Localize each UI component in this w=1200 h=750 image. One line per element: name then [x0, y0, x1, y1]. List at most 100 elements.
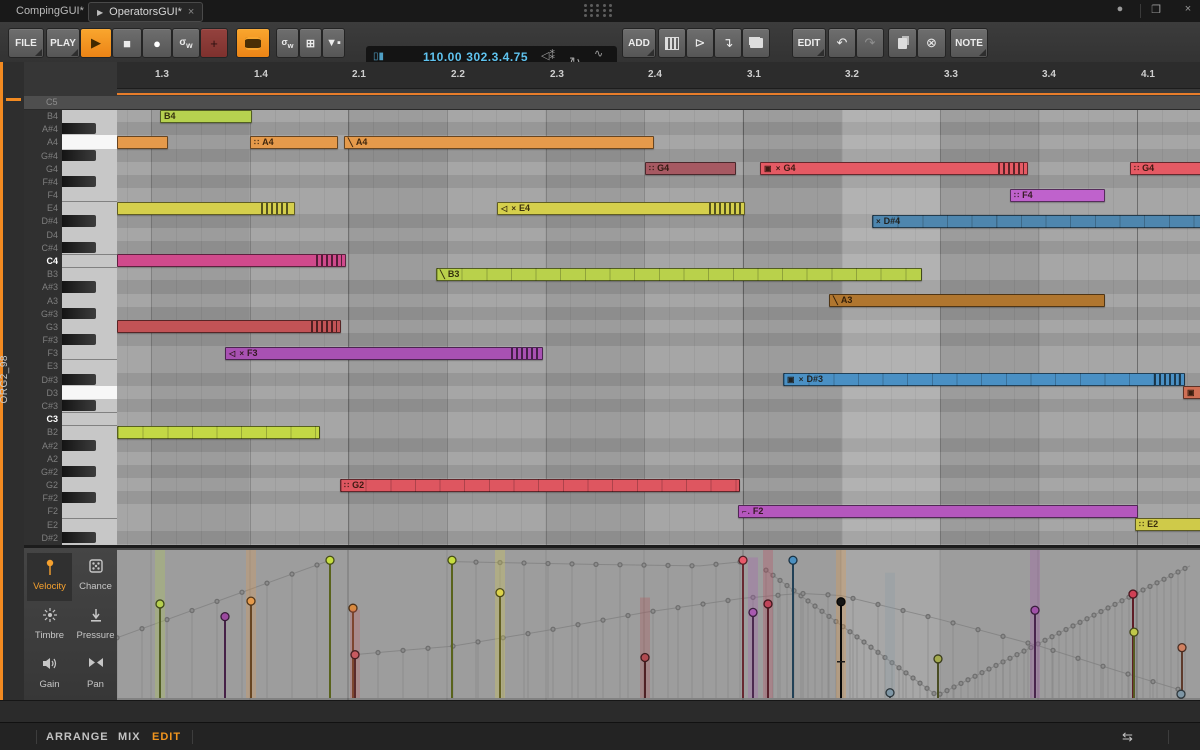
velocity-point[interactable]: [1129, 590, 1137, 598]
midi-note[interactable]: ╲A4: [344, 136, 654, 149]
midi-note[interactable]: ▣ ×G4: [760, 162, 1028, 175]
midi-note[interactable]: ⌐.F2: [738, 505, 1138, 518]
piano-key-black[interactable]: [62, 150, 96, 161]
timeline-ruler[interactable]: 1.31.42.12.22.32.43.13.23.33.44.1: [117, 62, 1200, 88]
midi-note[interactable]: [117, 426, 320, 439]
return-to-start-button[interactable]: ↴: [714, 28, 742, 58]
note-menu-button[interactable]: NOTE: [950, 28, 988, 58]
midi-note[interactable]: ╲A3: [829, 294, 1105, 307]
velocity-point[interactable]: [749, 608, 757, 616]
expression-tab-velocity[interactable]: Velocity: [27, 553, 72, 601]
piano-key-black[interactable]: [62, 374, 96, 385]
velocity-point[interactable]: [739, 556, 747, 564]
piano-key-black[interactable]: [62, 532, 96, 543]
midi-note[interactable]: ∷A4: [250, 136, 338, 149]
velocity-point[interactable]: [326, 556, 334, 564]
piano-key-black[interactable]: [62, 466, 96, 477]
velocity-point[interactable]: [886, 689, 894, 697]
loop-block-icon[interactable]: ▯▮: [373, 51, 384, 62]
velocity-point[interactable]: [1130, 628, 1138, 636]
piano-key-black[interactable]: [62, 215, 96, 226]
ruler-tick-label[interactable]: 2.2: [451, 69, 465, 80]
ruler-tick-label[interactable]: 1.4: [254, 69, 268, 80]
midi-note[interactable]: ∷G4: [645, 162, 736, 175]
velocity-point[interactable]: [1031, 606, 1039, 614]
piano-key-black[interactable]: [62, 308, 96, 319]
piano-key-pressed[interactable]: [62, 386, 117, 399]
arrange-view-button[interactable]: ARRANGE: [46, 731, 109, 743]
midi-note[interactable]: ∷G2: [340, 479, 740, 492]
browser-button[interactable]: [742, 28, 770, 58]
midi-note[interactable]: ◁ ×F3: [225, 347, 543, 360]
automation-write-button[interactable]: σw: [172, 28, 200, 58]
audition-button[interactable]: [236, 28, 270, 58]
velocity-point[interactable]: [641, 654, 649, 662]
restore-window-icon[interactable]: ❐: [1148, 3, 1164, 16]
dashboard-icon[interactable]: ●: [1112, 3, 1128, 15]
piano-view-button[interactable]: [658, 28, 686, 58]
ruler-tick-label[interactable]: 3.3: [944, 69, 958, 80]
undo-button[interactable]: ↶: [828, 28, 856, 58]
piano-key-black[interactable]: [62, 281, 96, 292]
velocity-point[interactable]: [351, 651, 359, 659]
close-window-icon[interactable]: ×: [1180, 3, 1196, 15]
velocity-point[interactable]: [934, 655, 942, 663]
ruler-tick-label[interactable]: 1.3: [155, 69, 169, 80]
velocity-point[interactable]: [221, 613, 229, 621]
expression-tab-gain[interactable]: Gain: [27, 651, 72, 699]
velocity-point[interactable]: [496, 589, 504, 597]
punch-in-icon[interactable]: ◁⁑: [541, 51, 555, 61]
ruler-tick-label[interactable]: 3.1: [747, 69, 761, 80]
ruler-tick-label[interactable]: 2.4: [648, 69, 662, 80]
midi-note[interactable]: ∷G4: [1130, 162, 1200, 175]
delete-button[interactable]: ⊗: [917, 28, 946, 58]
piano-keyboard[interactable]: [62, 96, 118, 545]
ruler-tick-label[interactable]: 3.4: [1042, 69, 1056, 80]
velocity-lane[interactable]: [117, 548, 1200, 700]
duplicate-button[interactable]: [888, 28, 917, 58]
piano-key-black[interactable]: [62, 492, 96, 503]
overdub-toggle[interactable]: ⊞: [299, 28, 322, 58]
piano-key-black[interactable]: [62, 176, 96, 187]
play-button[interactable]: ▶: [80, 28, 112, 58]
midi-note[interactable]: ∷E2: [1135, 518, 1200, 531]
velocity-point[interactable]: [156, 600, 164, 608]
ruler-tick-label[interactable]: 2.1: [352, 69, 366, 80]
edit-menu-button[interactable]: EDIT: [792, 28, 826, 58]
swing-icon[interactable]: ∿: [594, 49, 603, 59]
velocity-point[interactable]: [789, 556, 797, 564]
add-track-button[interactable]: ADD: [622, 28, 656, 58]
expression-tab-pressure[interactable]: Pressure: [73, 602, 118, 650]
piano-key-black[interactable]: [62, 334, 96, 345]
mix-view-button[interactable]: MIX: [118, 731, 141, 743]
piano-key-pressed[interactable]: [62, 135, 117, 148]
midi-note[interactable]: [117, 320, 341, 333]
swap-panel-icon[interactable]: ⇆: [1122, 729, 1133, 745]
project-tab-operators[interactable]: ▶ OperatorsGUI* ×: [88, 2, 203, 22]
midi-note[interactable]: ◁ ×E4: [497, 202, 745, 215]
ruler-tick-label[interactable]: 4.1: [1141, 69, 1155, 80]
launcher-overdub-toggle[interactable]: ▼▪: [322, 28, 345, 58]
expression-tab-chance[interactable]: Chance: [73, 553, 118, 601]
velocity-point[interactable]: [448, 556, 456, 564]
midi-note[interactable]: [117, 136, 168, 149]
velocity-point[interactable]: [1177, 690, 1185, 698]
record-button[interactable]: ●: [142, 28, 172, 58]
midi-note[interactable]: ▣: [1183, 386, 1200, 399]
ruler-tick-label[interactable]: 3.2: [845, 69, 859, 80]
velocity-point[interactable]: [837, 598, 845, 606]
overdub-button[interactable]: +: [200, 28, 228, 58]
automation-write-toggle[interactable]: σw: [276, 28, 299, 58]
marker-button[interactable]: ⊳: [686, 28, 714, 58]
edit-view-button[interactable]: EDIT: [152, 731, 181, 743]
midi-note[interactable]: [117, 202, 295, 215]
piano-key-black[interactable]: [62, 123, 96, 134]
midi-note[interactable]: ╲B3: [436, 268, 922, 281]
expression-tab-timbre[interactable]: Timbre: [27, 602, 72, 650]
close-tab-icon[interactable]: ×: [188, 6, 194, 18]
piano-key-black[interactable]: [62, 400, 96, 411]
piano-key-black[interactable]: [62, 242, 96, 253]
expression-tab-pan[interactable]: Pan: [73, 651, 118, 699]
midi-note[interactable]: ×D#4: [872, 215, 1200, 228]
stop-button[interactable]: ■: [112, 28, 142, 58]
